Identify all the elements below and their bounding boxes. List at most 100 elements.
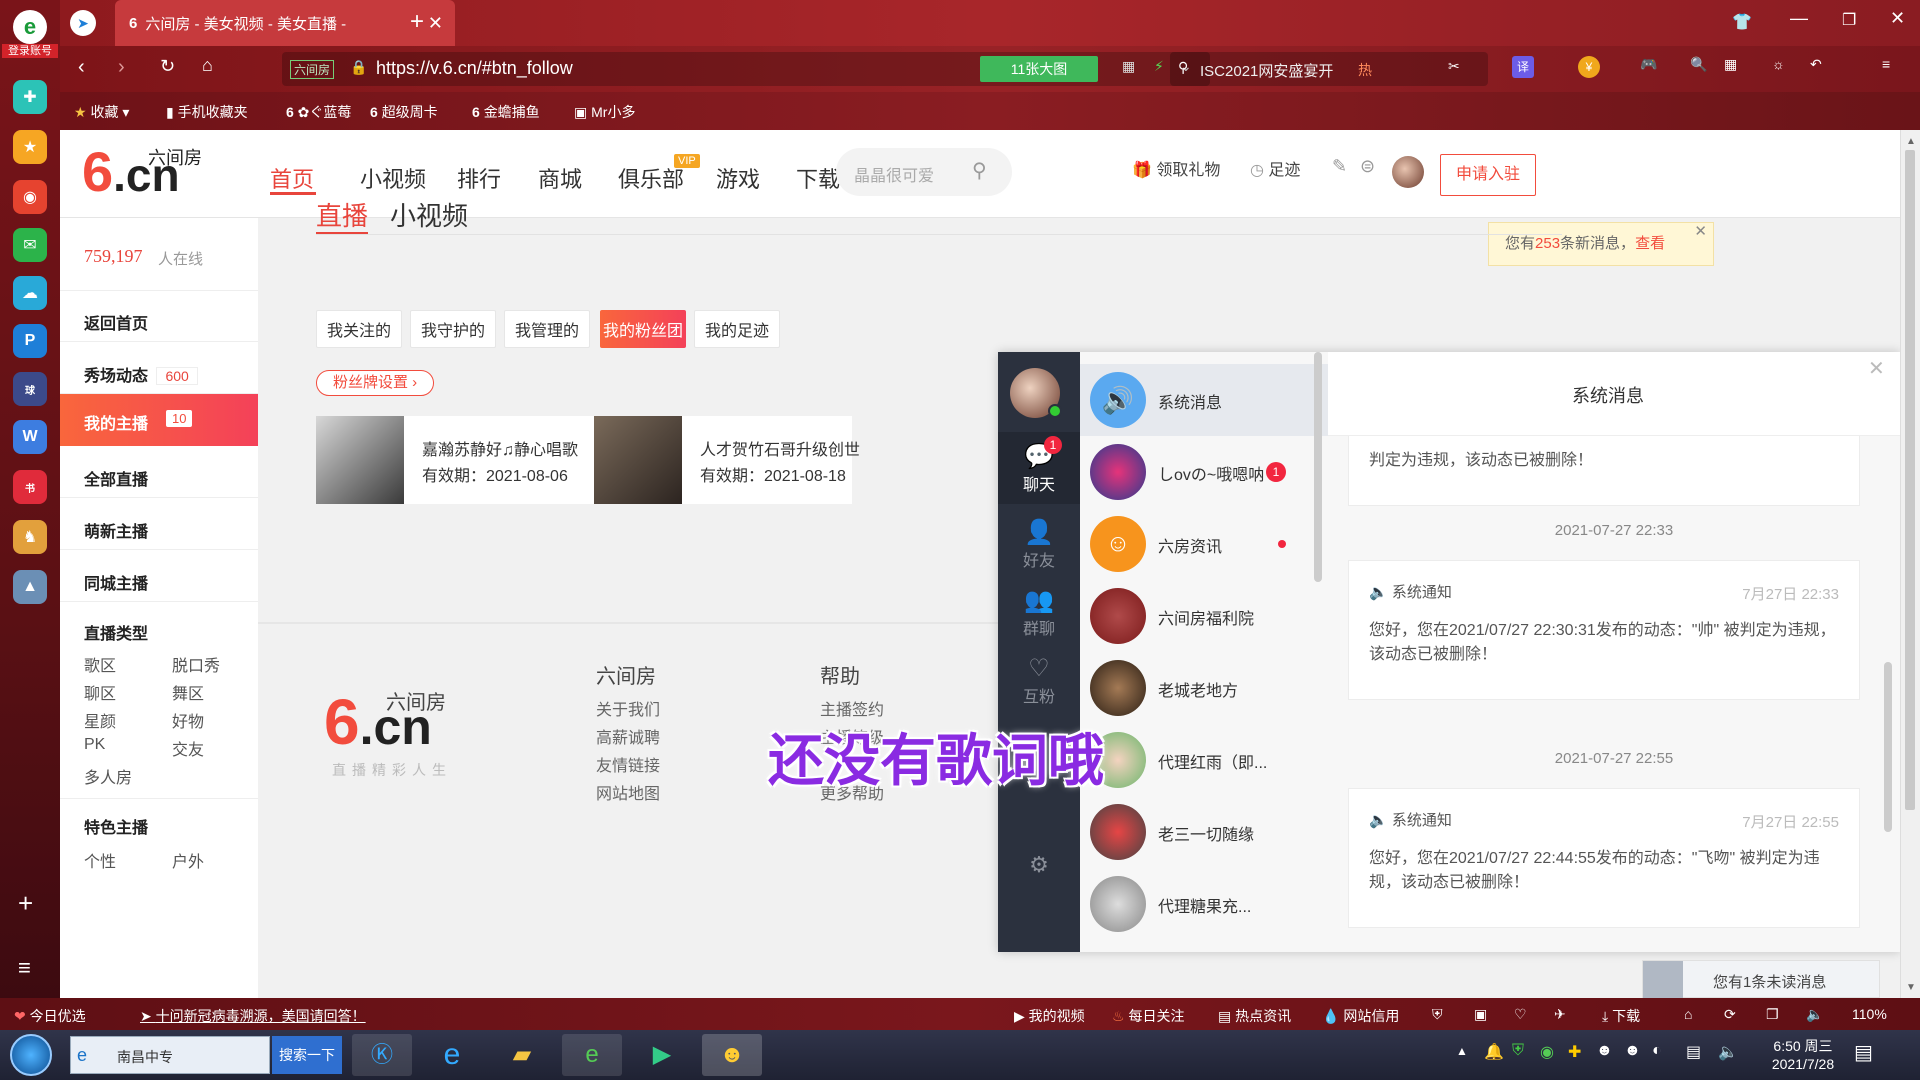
active-tab[interactable]: 6 六间房 - 美女视频 - 美女直播 - ✕ bbox=[115, 0, 455, 46]
magnifier-icon[interactable]: 🔍 bbox=[1690, 56, 1707, 73]
settings-icon[interactable]: ⚙ bbox=[998, 852, 1080, 878]
minimize-icon[interactable]: — bbox=[1790, 8, 1808, 29]
tray-app-icon[interactable]: ◐ bbox=[1652, 1042, 1662, 1060]
scroll-thumb[interactable] bbox=[1905, 150, 1915, 810]
url-field[interactable]: 六间房 🔒 https://v.6.cn/#btn_follow 11张大图 ▦… bbox=[282, 52, 1210, 86]
bookmark-weekcard[interactable]: 6 超级周卡 bbox=[370, 102, 438, 122]
new-tab-icon[interactable]: + bbox=[410, 8, 424, 36]
restore-icon[interactable]: ❐ bbox=[1842, 10, 1856, 30]
sidebar-item-my-anchors[interactable]: 我的主播 10 bbox=[60, 394, 258, 446]
nav-mall[interactable]: 商城 bbox=[538, 162, 582, 194]
news-ticker[interactable]: ➤ 十问新冠病毒溯源，美国请回答！ bbox=[140, 1006, 366, 1026]
menu-icon[interactable]: ≡ bbox=[18, 955, 31, 981]
lightning-icon[interactable]: ⚡ bbox=[1154, 58, 1164, 75]
favorites-star-icon[interactable]: ★ bbox=[13, 130, 47, 164]
sidebar-item-home[interactable]: 返回首页 bbox=[84, 310, 148, 334]
brightness-icon[interactable]: ☼ bbox=[1772, 56, 1785, 72]
get-gift-link[interactable]: 🎁 领取礼物 bbox=[1132, 156, 1220, 180]
lyric-overlay[interactable]: 还没有歌词哦 bbox=[768, 716, 1104, 797]
filter-fan-group[interactable]: 我的粉丝团 bbox=[600, 310, 686, 348]
type-talkshow[interactable]: 脱口秀 bbox=[172, 652, 220, 676]
big-images-button[interactable]: 11张大图 bbox=[980, 56, 1098, 82]
message-scrollbar[interactable] bbox=[1884, 662, 1892, 832]
type-pk[interactable]: PK bbox=[84, 736, 105, 754]
type-song[interactable]: 歌区 bbox=[84, 652, 116, 676]
browser-logo-icon[interactable]: e bbox=[13, 10, 47, 44]
chat-tab-friends[interactable]: 👤 好友 bbox=[998, 518, 1080, 571]
search-icon[interactable]: ⚲ bbox=[972, 158, 987, 183]
skin-icon[interactable]: 👕 bbox=[1732, 12, 1752, 32]
close-window-icon[interactable]: ✕ bbox=[1890, 8, 1905, 29]
footer-jobs[interactable]: 高薪诚聘 bbox=[596, 724, 660, 748]
filter-footprint[interactable]: 我的足迹 bbox=[694, 310, 780, 348]
today-picks[interactable]: ❤ 今日优选 bbox=[14, 1006, 86, 1026]
start-button[interactable] bbox=[10, 1034, 52, 1076]
apply-join-button[interactable]: 申请入驻 bbox=[1440, 154, 1536, 196]
scissors-icon[interactable]: ✂ bbox=[1448, 58, 1460, 75]
chat-tab-chat[interactable]: 💬 聊天 1 bbox=[998, 432, 1080, 504]
window-icon[interactable]: ❐ bbox=[1766, 1006, 1779, 1023]
edit-icon[interactable]: ✎ bbox=[1332, 156, 1347, 177]
refresh-icon[interactable]: ↻ bbox=[160, 56, 175, 77]
volume-icon[interactable]: 🔈 bbox=[1806, 1006, 1823, 1023]
tray-plus-icon[interactable]: ✚ bbox=[1568, 1042, 1581, 1062]
page-scrollbar[interactable]: ▲ ▼ bbox=[1900, 130, 1920, 998]
back-icon[interactable]: ‹ bbox=[78, 56, 85, 79]
nav-ranking[interactable]: 排行 bbox=[457, 162, 501, 194]
tray-qq2-icon[interactable]: ☻ bbox=[1624, 1042, 1641, 1060]
badge-setting-button[interactable]: 粉丝牌设置 › bbox=[316, 370, 435, 396]
tray-volume-icon[interactable]: 🔈 bbox=[1718, 1042, 1738, 1062]
nav-short-video[interactable]: 小视频 bbox=[360, 162, 426, 194]
conversation-item[interactable]: 🔊 系统消息 bbox=[1080, 364, 1328, 436]
conversation-item[interactable]: 代理糖果充... bbox=[1080, 868, 1328, 940]
browser-menu-icon[interactable]: ≡ bbox=[1882, 56, 1890, 72]
tray-expand-icon[interactable]: ▲ bbox=[1456, 1044, 1468, 1058]
weibo-icon[interactable]: ◉ bbox=[13, 180, 47, 214]
conversation-item[interactable]: しovの~哦嗯呐 1 bbox=[1080, 436, 1328, 508]
folder-app-icon[interactable]: ▰ bbox=[492, 1034, 552, 1076]
filter-guarded[interactable]: 我守护的 bbox=[410, 310, 496, 348]
live-app-icon[interactable]: ☻ bbox=[702, 1034, 762, 1076]
anchor-card[interactable]: 嘉瀚苏静好♫静心唱歌 有效期：2021-08-06 bbox=[316, 416, 632, 504]
filter-managed[interactable]: 我管理的 bbox=[504, 310, 590, 348]
type-multi-room[interactable]: 多人房 bbox=[84, 764, 132, 788]
browser-search-field[interactable]: ⚲ ISC2021网安盛宴开 热 bbox=[1170, 52, 1488, 86]
taskbar-search-box[interactable]: e 南昌中专 bbox=[70, 1036, 270, 1074]
bookmark-mrxiaoduo[interactable]: ▣ Mr小多 bbox=[574, 102, 635, 122]
kugou-app-icon[interactable]: Ⓚ bbox=[352, 1034, 412, 1076]
tray-qq-icon[interactable]: ☻ bbox=[1596, 1042, 1613, 1060]
sidebar-item-new-anchors[interactable]: 萌新主播 bbox=[84, 518, 148, 542]
status-my-videos[interactable]: ▶ 我的视频 bbox=[1014, 1006, 1085, 1026]
close-tab-icon[interactable]: ✕ bbox=[428, 13, 443, 34]
sync-icon[interactable]: ⟳ bbox=[1724, 1006, 1736, 1023]
conversation-item[interactable]: 六间房福利院 bbox=[1080, 580, 1328, 652]
rocket-icon[interactable]: ✈ bbox=[1554, 1006, 1566, 1023]
gamepad-icon[interactable]: 🎮 bbox=[1640, 56, 1657, 73]
conversation-item[interactable]: 老城老地方 bbox=[1080, 652, 1328, 724]
status-hot-news[interactable]: ▤ 热点资讯 bbox=[1218, 1006, 1291, 1026]
user-avatar[interactable] bbox=[1392, 156, 1424, 188]
taskbar-search-button[interactable]: 搜索一下 bbox=[272, 1036, 342, 1074]
clock-date[interactable]: 2021/7/28 bbox=[1758, 1056, 1848, 1072]
close-chat-icon[interactable]: ✕ bbox=[1868, 356, 1885, 381]
undo-icon[interactable]: ↶ bbox=[1810, 56, 1822, 73]
status-site-credit[interactable]: 💧 网站信用 bbox=[1322, 1006, 1399, 1026]
login-account-label[interactable]: 登录账号 bbox=[2, 44, 58, 58]
add-app-icon[interactable]: ✚ bbox=[13, 80, 47, 114]
status-daily-focus[interactable]: ♨ 每日关注 bbox=[1112, 1006, 1184, 1026]
footprint-link[interactable]: ◷ 足迹 bbox=[1250, 156, 1300, 180]
type-dance[interactable]: 舞区 bbox=[172, 680, 204, 704]
message-icon[interactable]: ⊜ bbox=[1360, 156, 1375, 177]
nav-home[interactable]: 首页 bbox=[270, 162, 314, 194]
bookmark-lanmei[interactable]: 6 ✿ぐ蓝莓 bbox=[286, 102, 351, 122]
clock-time[interactable]: 6:50 周三 bbox=[1758, 1036, 1848, 1056]
sidebar-item-all-live[interactable]: 全部直播 bbox=[84, 466, 148, 490]
unread-message-tab[interactable]: 您有1条未读消息 bbox=[1642, 960, 1880, 998]
type-goods[interactable]: 好物 bbox=[172, 708, 204, 732]
nav-download[interactable]: 下载 bbox=[796, 162, 840, 194]
cast-icon[interactable]: ⌂ bbox=[1684, 1006, 1692, 1022]
anchor-card[interactable]: 人才贺竹石哥升级创世 有效期：2021-08-18 bbox=[594, 416, 860, 504]
footer-sitemap[interactable]: 网站地图 bbox=[596, 780, 660, 804]
tray-bell-icon[interactable]: 🔔 bbox=[1484, 1042, 1504, 1062]
add-icon[interactable]: + bbox=[18, 888, 33, 919]
